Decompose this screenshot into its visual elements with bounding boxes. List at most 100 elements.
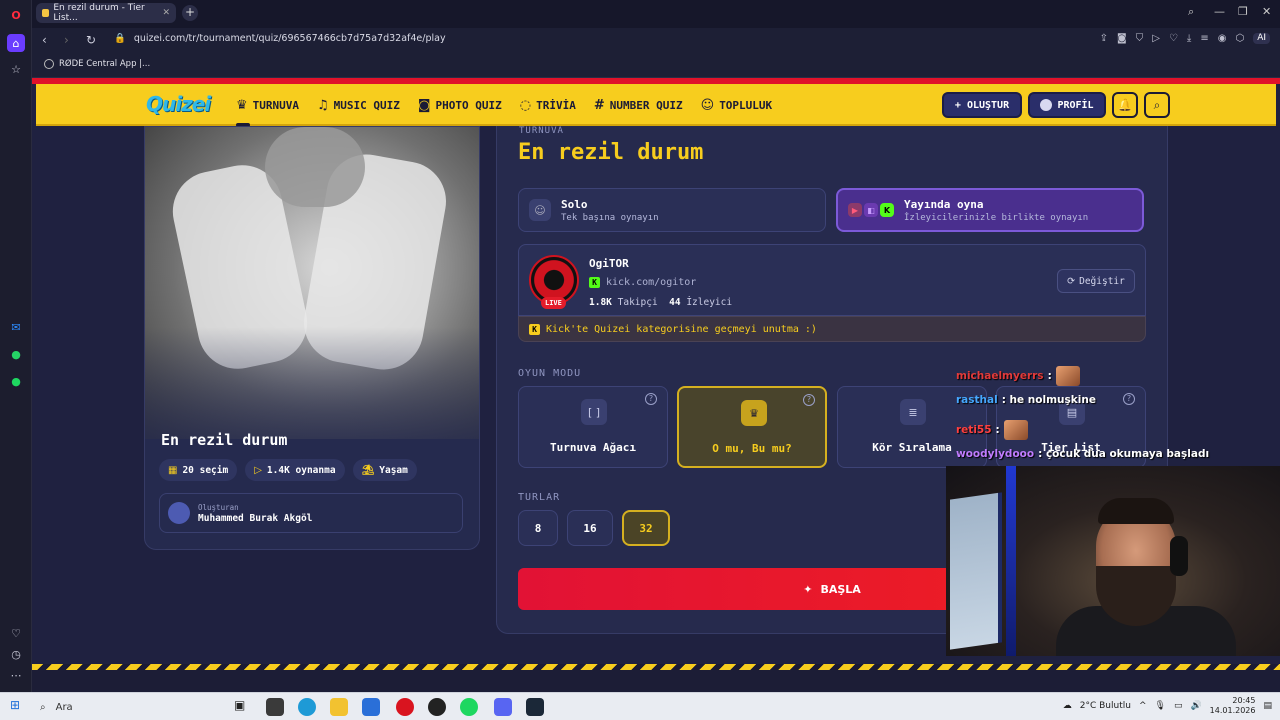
bookmarks-bar: RØDE Central App |... — [32, 54, 1280, 78]
nav-turnuva[interactable]: ♛ TURNUVA — [236, 98, 299, 127]
discord-icon[interactable] — [494, 698, 512, 716]
history-icon[interactable]: ◷ — [7, 645, 25, 663]
emote-icon — [1003, 420, 1028, 440]
camera-icon[interactable]: ◙ — [1117, 33, 1127, 44]
viewers-count: 44 — [669, 297, 681, 308]
chevron-up-icon[interactable]: ^ — [1139, 701, 1147, 711]
quiz-cover-card: En rezil durum ▦ 20 seçim ▷ 1.4K oynanma ⛱… — [144, 126, 480, 550]
notifications-icon[interactable]: ▤ — [1263, 701, 1272, 711]
solo-mode-option[interactable]: ☺ Solo Tek başına oynayın — [518, 188, 826, 232]
site-logo[interactable]: Quizei — [146, 92, 211, 116]
messenger-icon[interactable]: ✉ — [7, 318, 25, 336]
app-icon[interactable] — [266, 698, 284, 716]
opera-icon[interactable] — [396, 698, 414, 716]
share-icon[interactable]: ⇪ — [1100, 33, 1108, 44]
sparkle-icon: ✦ — [803, 582, 813, 596]
streamer-name: OgiTOR — [589, 257, 629, 270]
chat-message: woodylydooo : çocuk dua okumaya başladı — [956, 448, 1209, 460]
task-view-icon[interactable]: ▣ — [234, 698, 245, 712]
new-tab-button[interactable]: + — [182, 5, 198, 21]
search-tabs-icon[interactable]: ⌕ — [1188, 5, 1194, 19]
heart-icon[interactable]: ♡ — [7, 624, 25, 642]
opera-logo-icon[interactable]: O — [7, 6, 25, 24]
round-option-32[interactable]: 32 — [622, 510, 670, 546]
address-bar: ‹ › ↻ 🔒 quizei.com/tr/tournament/quiz/696… — [32, 28, 1280, 54]
kick-icon: K — [589, 277, 600, 288]
close-tab-icon[interactable]: ✕ — [162, 8, 170, 18]
extension-icon[interactable]: ⬡ — [1235, 33, 1244, 44]
nav-photo-quiz[interactable]: ◙ PHOTO QUIZ — [418, 98, 502, 113]
followers-label: Takipçi — [617, 297, 658, 308]
chat-user: michaelmyerrs — [956, 370, 1044, 382]
spotify-icon[interactable]: ● — [7, 372, 25, 390]
notifications-bell-icon[interactable]: 🔔 — [1112, 92, 1138, 118]
crown-icon: ♛ — [741, 400, 767, 426]
edge-icon[interactable] — [298, 698, 316, 716]
nav-number-quiz[interactable]: # NUMBER QUIZ — [594, 98, 683, 113]
windows-start-icon[interactable]: ⊞ — [10, 698, 20, 712]
stream-chat-overlay: michaelmyerrs : rasthal : he nolmuşkine … — [956, 366, 1209, 466]
channel-link[interactable]: Kkick.com/ogitor — [589, 277, 696, 288]
outlook-icon[interactable] — [362, 698, 380, 716]
category-chip[interactable]: ⛱ Yaşam — [352, 459, 417, 481]
nav-music-quiz[interactable]: ♫ MUSIC QUIZ — [317, 98, 400, 113]
close-window-button[interactable]: ✕ — [1262, 5, 1271, 18]
ai-button[interactable]: AI — [1253, 33, 1270, 44]
steam-icon[interactable] — [526, 698, 544, 716]
more-icon[interactable]: ⋯ — [7, 666, 25, 684]
weather-text[interactable]: 2°C Bulutlu — [1080, 701, 1131, 711]
nav-trivia[interactable]: ◌ TRİVİA — [520, 98, 576, 113]
bookmark-item[interactable]: RØDE Central App |... — [44, 59, 150, 69]
star-icon[interactable]: ☆ — [7, 60, 25, 78]
back-button[interactable]: ‹ — [42, 33, 47, 47]
main-nav: ♛ TURNUVA ♫ MUSIC QUIZ ◙ PHOTO QUIZ ◌ TRİVİA… — [236, 84, 773, 127]
chip-label: 20 seçim — [182, 464, 229, 476]
reload-button[interactable]: ↻ — [86, 33, 96, 47]
help-icon[interactable]: ? — [803, 394, 815, 406]
bookmark-heart-icon[interactable]: ♡ — [1169, 33, 1178, 44]
creator-box[interactable]: Oluşturan Muhammed Burak Akgöl — [159, 493, 463, 533]
round-option-16[interactable]: 16 — [567, 510, 613, 546]
help-icon[interactable]: ? — [645, 393, 657, 405]
browser-tab[interactable]: En rezil durum - Tier List... ✕ — [36, 3, 176, 23]
search-icon[interactable]: ⌕ — [1144, 92, 1170, 118]
url-field[interactable]: 🔒 quizei.com/tr/tournament/quiz/696567466… — [114, 33, 446, 44]
search-label: Ara — [55, 701, 73, 713]
creator-avatar — [168, 502, 190, 524]
minimize-button[interactable]: — — [1214, 5, 1225, 18]
mode-tournament-bracket[interactable]: ? [ ] Turnuva Ağacı — [518, 386, 668, 468]
file-explorer-icon[interactable] — [330, 698, 348, 716]
maximize-button[interactable]: ❐ — [1238, 5, 1248, 18]
home-icon[interactable]: ⌂ — [7, 34, 25, 52]
volume-icon[interactable]: 🔊 — [1190, 701, 1201, 711]
emote-icon — [1055, 366, 1080, 386]
nav-label: TRİVİA — [536, 98, 576, 112]
nav-topluluk[interactable]: ☺ TOPLULUK — [701, 98, 773, 113]
led-light — [1006, 466, 1016, 656]
download-icon[interactable]: ⤓ — [1187, 33, 1191, 44]
round-option-8[interactable]: 8 — [518, 510, 558, 546]
forward-button[interactable]: › — [64, 33, 69, 47]
obs-icon[interactable] — [428, 698, 446, 716]
change-channel-button[interactable]: ⟳ Değiştir — [1057, 269, 1135, 293]
network-icon[interactable]: ▭ — [1174, 701, 1183, 711]
mode-this-or-that[interactable]: ? ♛ O mu, Bu mu? — [677, 386, 827, 468]
clock[interactable]: 20:45 14.01.2026 — [1210, 696, 1256, 716]
send-icon[interactable]: ▷ — [1152, 33, 1160, 44]
profile-icon[interactable]: ◉ — [1218, 33, 1227, 44]
taskbar-search[interactable]: ⌕ Ara — [34, 696, 224, 718]
chat-user: woodylydooo — [956, 448, 1035, 460]
followers-count: 1.8K — [589, 297, 612, 308]
webcam-overlay — [946, 466, 1280, 656]
taskbar: ⊞ ⌕ Ara ▣ ☁ 2°C Bulutlu ^ 🎙 ▭ 🔊 20:45 14.… — [0, 692, 1280, 720]
stream-mode-option[interactable]: ▶ ◧ K Yayında oyna İzleyicilerinizle bir… — [836, 188, 1144, 232]
create-button[interactable]: + OLUŞTUR — [942, 92, 1022, 118]
streamer-hair — [1098, 498, 1174, 524]
profile-button[interactable]: PROFİL — [1028, 92, 1106, 118]
chip-label: Yaşam — [379, 464, 408, 476]
mic-icon[interactable]: 🎙 — [1155, 701, 1166, 711]
whatsapp-icon[interactable]: ● — [7, 345, 25, 363]
spotify-icon[interactable] — [460, 698, 478, 716]
shield-icon[interactable]: ⛉ — [1136, 33, 1144, 44]
menu-icon[interactable]: ≡ — [1200, 33, 1208, 44]
